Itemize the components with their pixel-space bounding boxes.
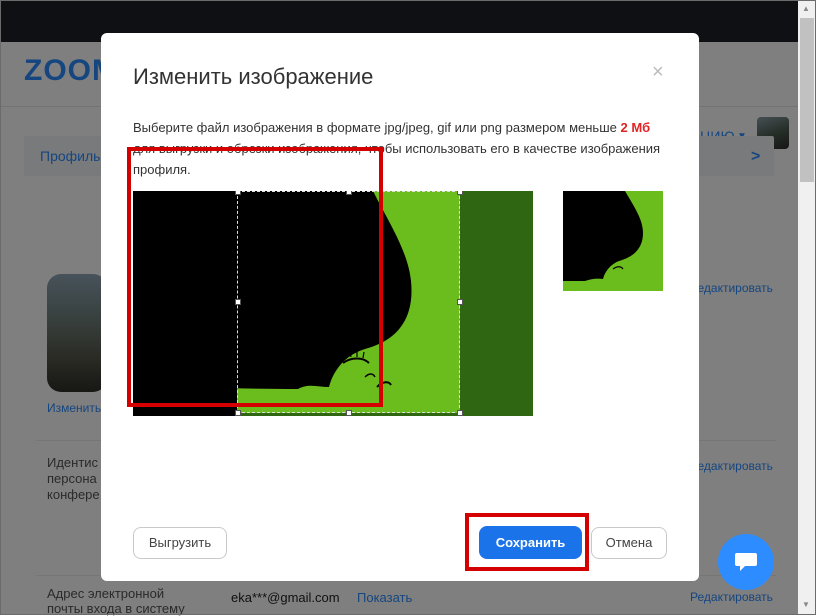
crop-highlight-frame bbox=[127, 147, 383, 407]
scrollbar-thumb[interactable] bbox=[800, 18, 814, 182]
upload-button[interactable]: Выгрузить bbox=[133, 527, 227, 559]
scroll-down-icon[interactable]: ▼ bbox=[802, 600, 810, 609]
description-text: Выберите файл изображения в формате jpg/… bbox=[133, 120, 621, 135]
scroll-up-icon[interactable]: ▲ bbox=[802, 4, 810, 13]
crop-handle[interactable] bbox=[457, 191, 463, 195]
crop-preview bbox=[563, 191, 663, 291]
preview-artwork bbox=[563, 191, 663, 291]
cancel-button[interactable]: Отмена bbox=[591, 527, 667, 559]
chat-button[interactable] bbox=[718, 534, 774, 590]
crop-handle[interactable] bbox=[235, 410, 241, 416]
chat-icon bbox=[735, 553, 757, 571]
crop-handle[interactable] bbox=[457, 299, 463, 305]
dialog-title: Изменить изображение bbox=[133, 64, 374, 89]
crop-handle[interactable] bbox=[457, 410, 463, 416]
crop-handle[interactable] bbox=[346, 410, 352, 416]
size-limit: 2 Мб bbox=[620, 120, 651, 135]
save-highlight-frame bbox=[465, 513, 589, 571]
close-icon[interactable]: × bbox=[652, 61, 664, 84]
